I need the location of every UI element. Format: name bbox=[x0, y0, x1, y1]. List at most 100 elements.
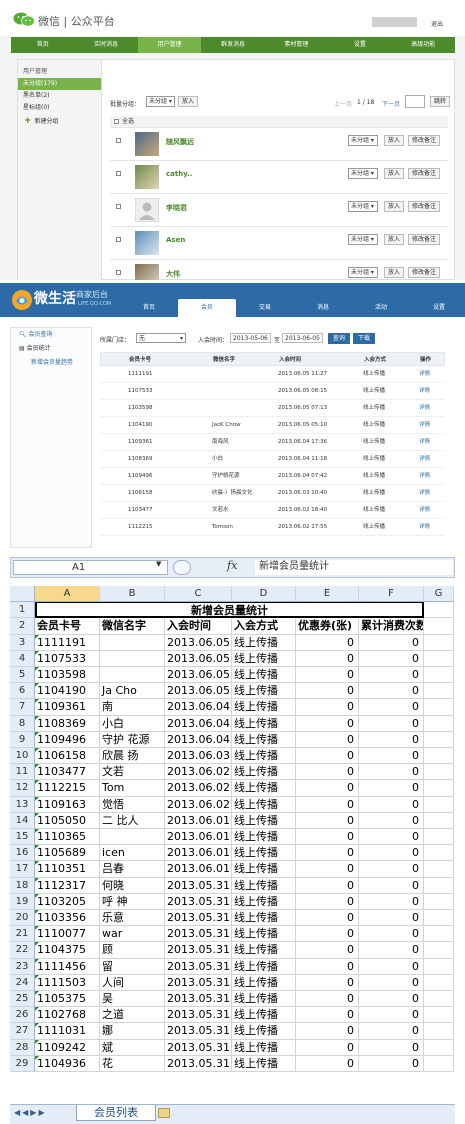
row-header[interactable]: 20 bbox=[10, 910, 35, 927]
user-name[interactable]: 大伟 bbox=[166, 269, 180, 279]
header-cell[interactable]: 优惠券(张) bbox=[296, 618, 359, 635]
data-cell[interactable]: 花 bbox=[100, 1055, 165, 1072]
tab-1[interactable]: 实时消息 bbox=[74, 37, 137, 53]
column-header[interactable]: C bbox=[165, 586, 232, 603]
data-cell[interactable]: 小白 bbox=[100, 715, 165, 732]
data-cell[interactable]: 0 bbox=[296, 991, 359, 1008]
data-cell[interactable]: 0 bbox=[359, 699, 424, 716]
select-all-checkbox[interactable] bbox=[114, 119, 119, 124]
data-cell[interactable]: 线上传播 bbox=[232, 634, 296, 651]
data-cell[interactable]: 1105375 bbox=[35, 991, 100, 1008]
row-header[interactable]: 4 bbox=[10, 650, 35, 667]
empty-cell[interactable] bbox=[424, 796, 454, 813]
user-name[interactable]: 李晓君 bbox=[166, 203, 187, 213]
row-header[interactable]: 2 bbox=[10, 618, 35, 635]
data-cell[interactable]: 2013.06.02 bbox=[165, 796, 232, 813]
sidebar-item-member-query[interactable]: 🔍︎ 会员查询 bbox=[11, 328, 91, 342]
data-cell[interactable]: 0 bbox=[359, 731, 424, 748]
empty-cell[interactable] bbox=[424, 764, 454, 781]
data-cell[interactable]: 1112215 bbox=[35, 780, 100, 797]
user-group-select[interactable]: 未分组 ▾ bbox=[348, 201, 378, 212]
empty-cell[interactable] bbox=[424, 1023, 454, 1040]
tab-6[interactable]: 高级功能 bbox=[392, 37, 455, 53]
data-cell[interactable]: 2013.06.02 bbox=[165, 780, 232, 797]
new-group-button[interactable]: + 新建分组 bbox=[18, 114, 101, 128]
data-cell[interactable]: 线上传播 bbox=[232, 650, 296, 667]
logout-link[interactable]: 退出 bbox=[431, 19, 443, 28]
fx-icon[interactable]: fx bbox=[227, 559, 237, 572]
data-cell[interactable]: 2013.05.31 bbox=[165, 1039, 232, 1056]
cell-detail-link[interactable]: 详情 bbox=[419, 417, 430, 434]
data-cell[interactable]: 2013.06.05 bbox=[165, 634, 232, 651]
group-starred[interactable]: 星标组(0) bbox=[18, 102, 101, 114]
data-cell[interactable]: 0 bbox=[296, 1023, 359, 1040]
name-box[interactable]: A1 bbox=[13, 560, 168, 575]
header-cell[interactable]: 会员卡号 bbox=[35, 618, 100, 635]
data-cell[interactable]: 2013.06.05 bbox=[165, 683, 232, 700]
data-cell[interactable]: 0 bbox=[359, 942, 424, 959]
data-cell[interactable]: 1110351 bbox=[35, 861, 100, 878]
data-cell[interactable]: 0 bbox=[296, 829, 359, 846]
data-cell[interactable]: 2013.05.31 bbox=[165, 942, 232, 959]
user-group-select[interactable]: 未分组 ▾ bbox=[348, 267, 378, 278]
header-cell[interactable]: 微信名字 bbox=[100, 618, 165, 635]
data-cell[interactable]: 线上传播 bbox=[232, 796, 296, 813]
store-select[interactable]: 无 ▾ bbox=[136, 333, 186, 343]
prev-page-link[interactable]: 上一页 bbox=[334, 99, 352, 108]
empty-cell[interactable] bbox=[424, 1039, 454, 1056]
data-cell[interactable]: 2013.05.31 bbox=[165, 1023, 232, 1040]
data-cell[interactable]: 1103356 bbox=[35, 910, 100, 927]
group-blacklist[interactable]: 黑名单(2) bbox=[18, 90, 101, 102]
data-cell[interactable]: 0 bbox=[296, 845, 359, 862]
data-cell[interactable]: 0 bbox=[296, 683, 359, 700]
data-cell[interactable]: 1108369 bbox=[35, 715, 100, 732]
data-cell[interactable]: 2013.05.31 bbox=[165, 893, 232, 910]
tab-2[interactable]: 用户管理 bbox=[137, 37, 202, 53]
data-cell[interactable]: 1107533 bbox=[35, 650, 100, 667]
empty-cell[interactable] bbox=[424, 731, 454, 748]
data-cell[interactable]: 线上传播 bbox=[232, 974, 296, 991]
tab-5[interactable]: 设置 bbox=[328, 37, 391, 53]
data-cell[interactable]: 2013.05.31 bbox=[165, 910, 232, 927]
cell-detail-link[interactable]: 详情 bbox=[419, 383, 430, 400]
data-cell[interactable]: 1104190 bbox=[35, 683, 100, 700]
sidebar-item-new-member-trend[interactable]: 新增会员量趋势 bbox=[11, 356, 91, 370]
row-header[interactable]: 12 bbox=[10, 780, 35, 797]
empty-cell[interactable] bbox=[424, 942, 454, 959]
data-cell[interactable]: 1110365 bbox=[35, 829, 100, 846]
data-cell[interactable]: 1109163 bbox=[35, 796, 100, 813]
data-cell[interactable]: 0 bbox=[296, 650, 359, 667]
data-cell[interactable]: 0 bbox=[296, 634, 359, 651]
data-cell[interactable]: war bbox=[100, 926, 165, 943]
data-cell[interactable]: 2013.05.31 bbox=[165, 926, 232, 943]
row-header[interactable]: 26 bbox=[10, 1007, 35, 1024]
data-cell[interactable]: 娜 bbox=[100, 1023, 165, 1040]
row-header[interactable]: 27 bbox=[10, 1023, 35, 1040]
row-header[interactable]: 22 bbox=[10, 942, 35, 959]
group-ungrouped[interactable]: 未分组(179) bbox=[18, 78, 101, 90]
batch-put-button[interactable]: 放入 bbox=[178, 96, 199, 107]
user-checkbox[interactable] bbox=[116, 237, 121, 242]
data-cell[interactable] bbox=[100, 667, 165, 684]
empty-cell[interactable] bbox=[424, 910, 454, 927]
cell-detail-link[interactable]: 详情 bbox=[419, 451, 430, 468]
data-cell[interactable]: 0 bbox=[359, 683, 424, 700]
user-avatar[interactable] bbox=[135, 165, 159, 189]
data-cell[interactable]: 0 bbox=[359, 910, 424, 927]
data-cell[interactable]: 0 bbox=[359, 667, 424, 684]
data-cell[interactable]: 2013.06.04 bbox=[165, 731, 232, 748]
data-cell[interactable]: 线上传播 bbox=[232, 1007, 296, 1024]
empty-cell[interactable] bbox=[424, 845, 454, 862]
jump-button[interactable]: 跳转 bbox=[430, 96, 450, 107]
empty-cell[interactable] bbox=[424, 748, 454, 765]
user-avatar[interactable] bbox=[135, 231, 159, 255]
cell-detail-link[interactable]: 详情 bbox=[419, 519, 430, 536]
empty-cell[interactable] bbox=[424, 699, 454, 716]
data-cell[interactable]: 线上传播 bbox=[232, 991, 296, 1008]
empty-cell[interactable] bbox=[424, 861, 454, 878]
data-cell[interactable]: 0 bbox=[296, 893, 359, 910]
data-cell[interactable]: 2013.06.01 bbox=[165, 812, 232, 829]
data-cell[interactable]: 1104375 bbox=[35, 942, 100, 959]
data-cell[interactable]: 之道 bbox=[100, 1007, 165, 1024]
header-cell[interactable]: 入会方式 bbox=[232, 618, 296, 635]
